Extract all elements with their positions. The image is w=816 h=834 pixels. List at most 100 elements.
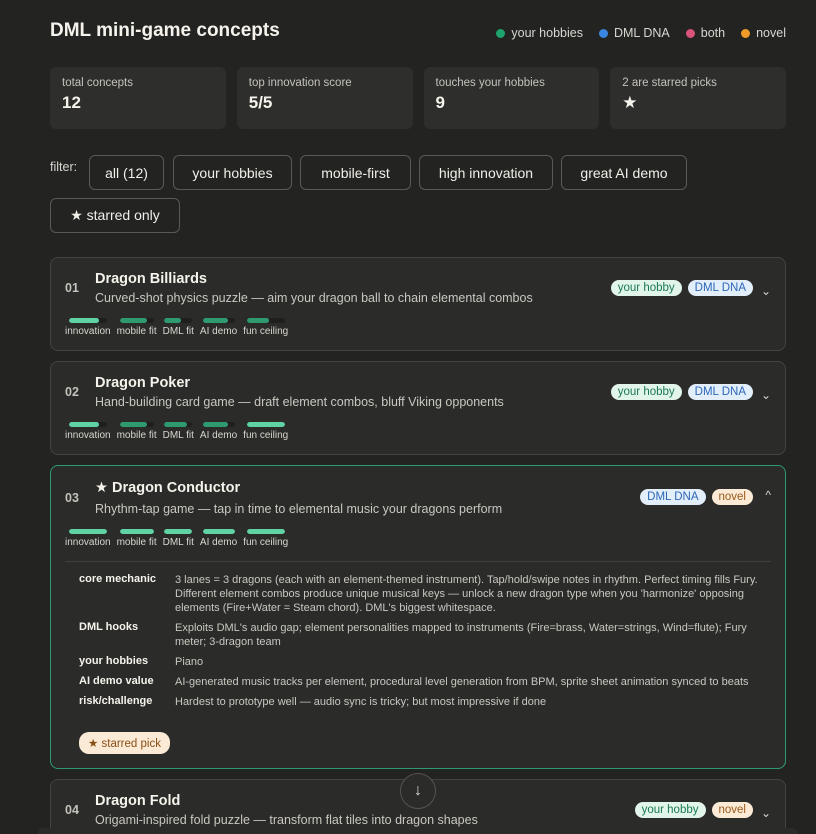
bar-track: [202, 318, 235, 323]
legend-item-both: both: [685, 26, 725, 40]
bar-label: fun ceiling: [243, 430, 289, 441]
filter-your-hobbies-button[interactable]: your hobbies: [173, 155, 292, 190]
card-details: core mechanic 3 lanes = 3 dragons (each w…: [79, 573, 769, 715]
tag-novel: novel: [711, 802, 753, 818]
bar-track: [246, 422, 285, 427]
bar-label: mobile fit: [116, 430, 157, 441]
card-title: Dragon Billiards: [95, 271, 207, 287]
bar-fill: [202, 529, 235, 534]
detail-value: AI-generated music tracks per element, p…: [175, 676, 749, 688]
card-title: Dragon Poker: [95, 375, 191, 391]
divider: [65, 561, 771, 562]
card-number: 03: [65, 491, 79, 505]
stat-value: 12: [62, 93, 81, 112]
card-tags: your hobby DML DNA: [610, 384, 753, 400]
bar-label: DML fit: [162, 537, 194, 548]
bar-fill: [119, 318, 147, 323]
chevron-down-icon[interactable]: ⌄: [761, 284, 771, 298]
scroll-down-button[interactable]: ↓: [400, 773, 436, 809]
stat-starred-picks: 2 are starred picks ★: [610, 67, 786, 129]
bar-fill: [68, 529, 107, 534]
score-bar-mobile-fit: mobile fit: [117, 422, 157, 441]
bar-fill: [68, 422, 100, 427]
legend-dot: [685, 28, 695, 38]
bar-fill: [164, 422, 187, 427]
star-icon: ★: [95, 480, 108, 496]
detail-row: DML hooks Exploits DML's audio gap; eleme…: [79, 621, 769, 649]
card-tags: your hobby DML DNA: [610, 280, 753, 296]
bar-fill: [202, 422, 229, 427]
detail-value: Exploits DML's audio gap; element person…: [175, 622, 747, 648]
filter-all-button[interactable]: all (12): [89, 155, 164, 190]
tag-your-hobby: your hobby: [610, 384, 682, 400]
page-title: DML mini-game concepts: [50, 20, 280, 41]
bar-label: innovation: [65, 430, 111, 441]
card-description: Curved-shot physics puzzle — aim your dr…: [95, 291, 533, 305]
chevron-up-icon[interactable]: ^: [765, 488, 771, 502]
tag-your-hobby: your hobby: [634, 802, 706, 818]
bar-track: [164, 318, 193, 323]
bar-fill: [164, 529, 193, 534]
concept-card-dragon-billiards[interactable]: 01 Dragon Billiards Curved-shot physics …: [50, 257, 786, 351]
score-bar-fun-ceiling: fun ceiling: [243, 422, 288, 441]
bar-track: [164, 422, 193, 427]
bottom-strip: [38, 828, 798, 834]
stats-row: total concepts 12 top innovation score 5/5…: [50, 67, 786, 129]
bar-label: AI demo: [199, 326, 238, 337]
stat-value: 9: [435, 93, 445, 112]
card-description: Rhythm-tap game — tap in time to element…: [95, 502, 503, 516]
score-bar-innovation: innovation: [65, 318, 111, 337]
bar-label: DML fit: [162, 326, 194, 337]
card-number: 04: [65, 803, 79, 817]
detail-key: risk/challenge: [79, 695, 153, 707]
bar-track: [68, 422, 107, 427]
detail-row: your hobbies Piano: [79, 655, 769, 669]
chevron-down-icon[interactable]: ⌄: [761, 388, 771, 402]
star-icon: ★: [622, 93, 638, 112]
card-description: Origami-inspired fold puzzle — transform…: [95, 813, 478, 827]
score-bar-AI-demo: AI demo: [200, 422, 237, 441]
legend-label: your hobbies: [511, 26, 583, 40]
tag-dml-dna: DML DNA: [640, 489, 706, 505]
legend-item-dna: DML DNA: [598, 26, 670, 40]
detail-row: AI demo value AI-generated music tracks p…: [79, 675, 769, 689]
tag-novel: novel: [711, 489, 753, 505]
stat-label: top innovation score: [248, 77, 352, 89]
filter-label: filter:: [50, 160, 78, 174]
bar-label: fun ceiling: [243, 537, 289, 548]
bar-label: mobile fit: [116, 537, 157, 548]
bar-fill: [246, 318, 270, 323]
score-bars: innovation mobile fit DML fit AI demo fun ce…: [65, 422, 294, 441]
concept-card-dragon-conductor[interactable]: 03 ★ Dragon Conductor Rhythm-tap game — …: [50, 465, 786, 769]
chevron-down-icon[interactable]: ⌄: [761, 806, 771, 820]
detail-key: core mechanic: [79, 573, 157, 585]
bar-track: [119, 422, 154, 427]
legend-label: DML DNA: [613, 26, 670, 40]
detail-value: 3 lanes = 3 dragons (each with an elemen…: [175, 574, 758, 614]
card-number: 01: [65, 281, 79, 295]
card-title-text: Dragon Conductor: [112, 480, 241, 496]
filter-mobile-first-button[interactable]: mobile-first: [300, 155, 411, 190]
score-bar-mobile-fit: mobile fit: [117, 318, 157, 337]
legend-item-hobbies: your hobbies: [496, 26, 583, 40]
filter-great-ai-demo-button[interactable]: great AI demo: [561, 155, 687, 190]
detail-key: AI demo value: [79, 675, 154, 687]
bar-fill: [202, 318, 229, 323]
stat-touches-hobbies: touches your hobbies 9: [423, 67, 600, 129]
score-bars: innovation mobile fit DML fit AI demo fun ce…: [65, 529, 294, 548]
bar-track: [68, 529, 107, 534]
filter-high-innovation-button[interactable]: high innovation: [419, 155, 553, 190]
card-title: ★ Dragon Conductor: [95, 480, 240, 496]
card-title: Dragon Fold: [95, 793, 181, 809]
bar-fill: [246, 529, 285, 534]
tag-dml-dna: DML DNA: [687, 384, 753, 400]
starred-pick-badge: ★ starred pick: [79, 732, 170, 754]
detail-row: risk/challenge Hardest to prototype well …: [79, 695, 769, 709]
filter-starred-only-button[interactable]: ★ starred only: [50, 198, 180, 233]
concept-card-dragon-poker[interactable]: 02 Dragon Poker Hand-building card game …: [50, 361, 786, 455]
bar-label: mobile fit: [116, 326, 157, 337]
bar-label: innovation: [65, 326, 111, 337]
card-tags: DML DNA novel: [640, 489, 753, 505]
score-bars: innovation mobile fit DML fit AI demo fun ce…: [65, 318, 294, 337]
detail-key: your hobbies: [79, 655, 149, 667]
